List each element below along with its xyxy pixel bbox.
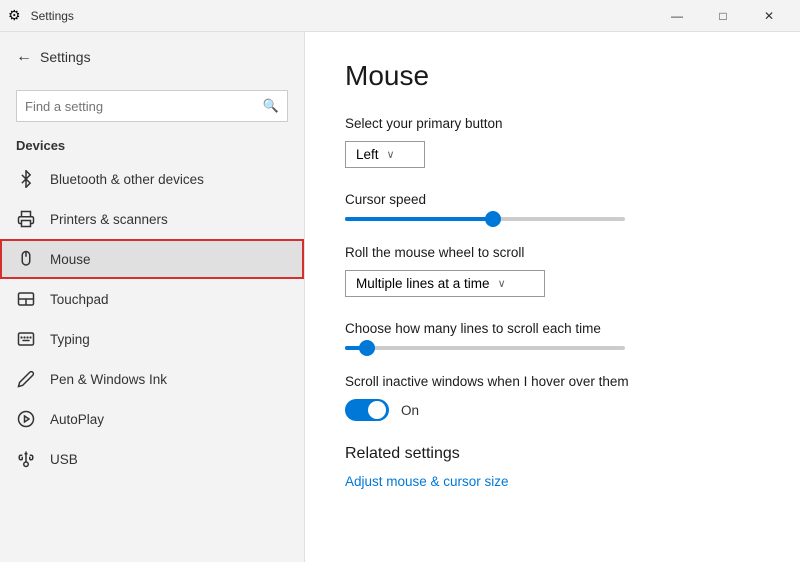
cursor-speed-slider[interactable] bbox=[345, 217, 760, 221]
sidebar-item-bluetooth[interactable]: Bluetooth & other devices bbox=[0, 159, 304, 199]
autoplay-icon bbox=[16, 409, 36, 429]
scroll-lines-section: Choose how many lines to scroll each tim… bbox=[345, 321, 760, 350]
back-arrow-icon: ← bbox=[16, 48, 32, 66]
sidebar-item-label-bluetooth: Bluetooth & other devices bbox=[50, 172, 204, 187]
titlebar: ⚙ Settings — □ ✕ bbox=[0, 0, 800, 32]
content-area: Mouse Select your primary button Left ∨ … bbox=[305, 32, 800, 562]
toggle-state-label: On bbox=[401, 403, 419, 418]
primary-button-label: Select your primary button bbox=[345, 116, 760, 131]
slider-track-low bbox=[345, 346, 625, 350]
sidebar-item-label-autoplay: AutoPlay bbox=[50, 412, 104, 427]
sidebar-item-label-printers: Printers & scanners bbox=[50, 212, 168, 227]
scroll-inactive-section: Scroll inactive windows when I hover ove… bbox=[345, 374, 760, 421]
related-settings-link[interactable]: Adjust mouse & cursor size bbox=[345, 474, 509, 489]
cursor-speed-section: Cursor speed bbox=[345, 192, 760, 221]
chevron-down-icon: ∨ bbox=[387, 148, 395, 161]
scroll-chevron-icon: ∨ bbox=[498, 277, 506, 290]
sidebar: ← Settings 🔍 Devices Bluetooth & other d… bbox=[0, 32, 305, 562]
sidebar-item-printers[interactable]: Printers & scanners bbox=[0, 199, 304, 239]
titlebar-controls: — □ ✕ bbox=[654, 0, 792, 32]
primary-button-value: Left bbox=[356, 147, 379, 162]
scroll-dropdown-label: Roll the mouse wheel to scroll bbox=[345, 245, 760, 260]
section-label: Devices bbox=[0, 134, 304, 159]
related-settings-title: Related settings bbox=[345, 445, 760, 463]
main-container: ← Settings 🔍 Devices Bluetooth & other d… bbox=[0, 32, 800, 562]
sidebar-item-touchpad[interactable]: Touchpad bbox=[0, 279, 304, 319]
slider-thumb[interactable] bbox=[485, 211, 501, 227]
scroll-lines-label: Choose how many lines to scroll each tim… bbox=[345, 321, 760, 336]
bluetooth-icon bbox=[16, 169, 36, 189]
minimize-button[interactable]: — bbox=[654, 0, 700, 32]
sidebar-item-pen[interactable]: Pen & Windows Ink bbox=[0, 359, 304, 399]
titlebar-title: Settings bbox=[31, 9, 74, 23]
cursor-speed-label: Cursor speed bbox=[345, 192, 760, 207]
search-box[interactable]: 🔍 bbox=[16, 90, 288, 122]
typing-icon bbox=[16, 329, 36, 349]
scroll-inactive-label: Scroll inactive windows when I hover ove… bbox=[345, 374, 760, 389]
touchpad-icon bbox=[16, 289, 36, 309]
titlebar-left: ⚙ Settings bbox=[8, 7, 74, 24]
mouse-icon bbox=[16, 249, 36, 269]
search-icon: 🔍 bbox=[263, 98, 279, 114]
page-title: Mouse bbox=[345, 60, 760, 92]
toggle-row: On bbox=[345, 399, 760, 421]
sidebar-item-usb[interactable]: USB bbox=[0, 439, 304, 479]
sidebar-top: ← Settings bbox=[0, 32, 304, 82]
toggle-thumb bbox=[368, 401, 386, 419]
sidebar-item-label-pen: Pen & Windows Ink bbox=[50, 372, 167, 387]
slider-fill bbox=[345, 217, 493, 221]
slider-track bbox=[345, 217, 625, 221]
scroll-dropdown[interactable]: Multiple lines at a time ∨ bbox=[345, 270, 545, 297]
sidebar-item-label-mouse: Mouse bbox=[50, 252, 91, 267]
scroll-lines-slider[interactable] bbox=[345, 346, 760, 350]
sidebar-item-typing[interactable]: Typing bbox=[0, 319, 304, 359]
sidebar-item-label-typing: Typing bbox=[50, 332, 90, 347]
scroll-dropdown-value: Multiple lines at a time bbox=[356, 276, 490, 291]
scroll-inactive-toggle[interactable] bbox=[345, 399, 389, 421]
slider-thumb-low[interactable] bbox=[359, 340, 375, 356]
search-input[interactable] bbox=[25, 99, 263, 114]
scroll-dropdown-section: Roll the mouse wheel to scroll Multiple … bbox=[345, 245, 760, 297]
settings-icon: ⚙ bbox=[8, 7, 21, 24]
primary-button-section: Select your primary button Left ∨ bbox=[345, 116, 760, 168]
sidebar-item-label-usb: USB bbox=[50, 452, 78, 467]
maximize-button[interactable]: □ bbox=[700, 0, 746, 32]
sidebar-item-mouse[interactable]: Mouse bbox=[0, 239, 304, 279]
sidebar-item-autoplay[interactable]: AutoPlay bbox=[0, 399, 304, 439]
pen-icon bbox=[16, 369, 36, 389]
sidebar-back-button[interactable]: ← Settings bbox=[16, 44, 288, 70]
printer-icon bbox=[16, 209, 36, 229]
usb-icon bbox=[16, 449, 36, 469]
close-button[interactable]: ✕ bbox=[746, 0, 792, 32]
related-settings-section: Related settings Adjust mouse & cursor s… bbox=[345, 445, 760, 489]
sidebar-item-label-touchpad: Touchpad bbox=[50, 292, 109, 307]
primary-button-dropdown[interactable]: Left ∨ bbox=[345, 141, 425, 168]
sidebar-back-label: Settings bbox=[40, 49, 91, 65]
